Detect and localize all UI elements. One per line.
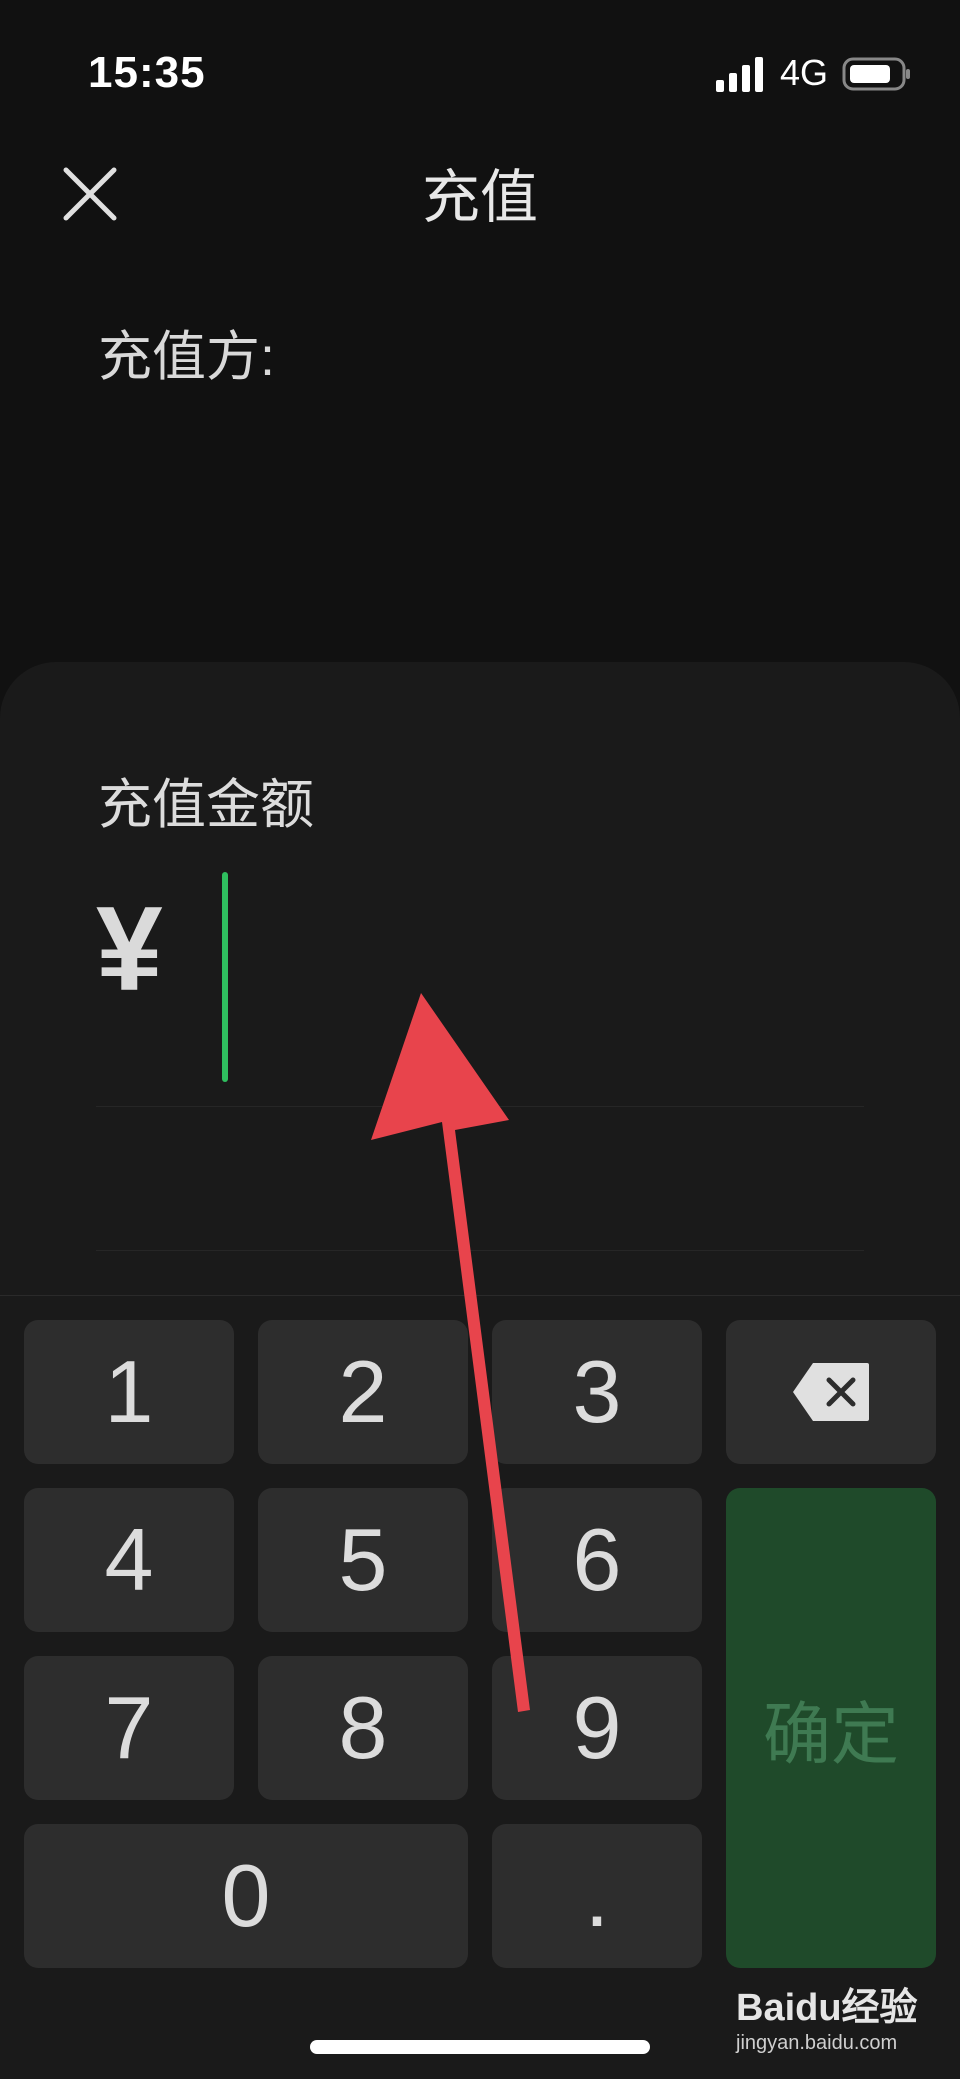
network-type: 4G	[780, 52, 829, 93]
page-title: 充值	[421, 165, 538, 230]
confirm-button[interactable]: 确定	[726, 1488, 936, 1968]
divider	[96, 1106, 864, 1107]
keyboard-top-border	[0, 1295, 960, 1296]
watermark-url: jingyan.baidu.com	[736, 2032, 898, 2054]
key-5[interactable]: 5	[258, 1488, 468, 1632]
delete-key[interactable]	[726, 1320, 936, 1464]
key-7[interactable]: 7	[24, 1656, 234, 1800]
key-6[interactable]: 6	[492, 1488, 702, 1632]
currency-symbol: ¥	[96, 882, 163, 1016]
signal-icon	[716, 57, 763, 92]
amount-input-cursor[interactable]	[222, 872, 228, 1082]
key-4[interactable]: 4	[24, 1488, 234, 1632]
payment-method-label[interactable]: 充值方:	[98, 312, 275, 391]
key-2[interactable]: 2	[258, 1320, 468, 1464]
key-0[interactable]: 0	[24, 1824, 468, 1968]
amount-label: 充值金额	[98, 775, 314, 835]
divider	[96, 1250, 864, 1251]
key-8[interactable]: 8	[258, 1656, 468, 1800]
battery-icon	[842, 57, 910, 91]
key-decimal[interactable]: .	[492, 1824, 702, 1968]
key-1[interactable]: 1	[24, 1320, 234, 1464]
watermark-logo: Baidu经验	[736, 1987, 918, 2029]
key-9[interactable]: 9	[492, 1656, 702, 1800]
backspace-icon	[793, 1363, 869, 1421]
status-time: 15:35	[88, 48, 206, 97]
home-indicator[interactable]	[310, 2040, 650, 2054]
key-3[interactable]: 3	[492, 1320, 702, 1464]
